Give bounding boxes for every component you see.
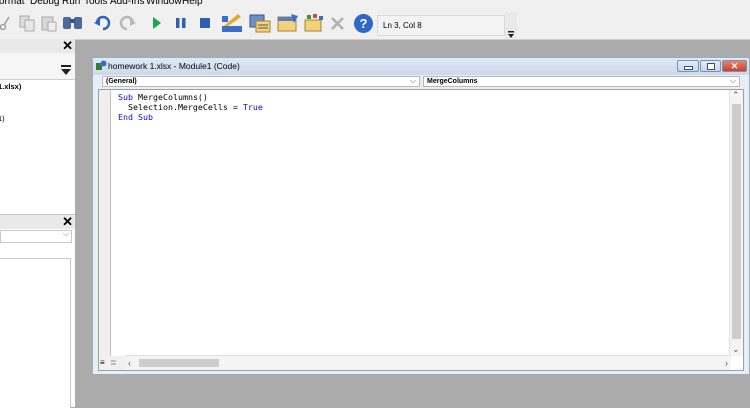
cut-icon[interactable] [0, 11, 12, 35]
minimize-button[interactable] [677, 60, 699, 72]
paste-icon[interactable] [39, 11, 59, 35]
object-combo-value: (General) [106, 78, 137, 85]
standard-toolbar: ? Ln 3, Col 8 [0, 9, 750, 40]
menu-run[interactable]: Run [62, 0, 80, 8]
minimize-icon [683, 65, 693, 70]
close-icon: ✕ [730, 60, 739, 71]
project-explorer-icon[interactable] [248, 11, 272, 35]
undo-icon[interactable] [92, 11, 112, 35]
chevron-right-icon[interactable]: › [725, 358, 728, 368]
project-tree-item[interactable]: 1.xlsx) [0, 82, 21, 91]
vertical-scrollbar[interactable]: ⌃ ⌄ [729, 90, 743, 356]
chevron-up-icon[interactable]: ⌃ [732, 90, 740, 100]
horizontal-scroll-thumb[interactable] [139, 359, 219, 367]
properties-grid[interactable] [0, 258, 71, 408]
object-combo[interactable]: (General) ⌵ [102, 76, 420, 87]
project-explorer-toolbar [0, 53, 75, 80]
toolbox-icon[interactable] [328, 11, 348, 35]
properties-icon[interactable] [276, 11, 300, 35]
design-mode-icon[interactable] [220, 11, 244, 35]
copy-icon[interactable] [17, 11, 37, 35]
chevron-down-icon: ⌵ [729, 76, 736, 85]
procedure-combo-value: MergeColumns [427, 78, 478, 85]
horizontal-scrollbar[interactable]: ‹ › [125, 355, 731, 370]
margin-indicator-bar[interactable] [99, 90, 111, 356]
code-window: homework 1.xlsx - Module1 (Code) ✕ (Gene… [92, 57, 750, 375]
project-explorer-pane: ✕ 1.xlsx) 1) [0, 39, 75, 214]
code-editor[interactable]: Sub MergeColumns() Selection.MergeCells … [98, 89, 744, 371]
keyword: End Sub [118, 112, 153, 122]
close-icon[interactable]: ✕ [62, 39, 73, 52]
properties-pane: ✕ ⌵ [0, 214, 75, 408]
help-icon[interactable]: ? [352, 11, 374, 35]
procedure-combo[interactable]: MergeColumns ⌵ [423, 76, 740, 87]
toolbar-overflow-button[interactable] [505, 12, 517, 39]
find-icon[interactable] [62, 11, 84, 35]
reset-icon[interactable] [198, 11, 212, 35]
break-icon[interactable] [174, 11, 188, 35]
code-line: Sub MergeColumns() [118, 92, 208, 102]
project-explorer-header: ✕ [0, 39, 75, 54]
code-window-title: homework 1.xlsx - Module1 (Code) [108, 61, 240, 71]
properties-header: ✕ [0, 214, 75, 229]
module-icon [96, 60, 107, 70]
restore-icon [706, 62, 715, 70]
code-window-titlebar[interactable]: homework 1.xlsx - Module1 (Code) ✕ [93, 58, 749, 75]
keyword: Sub [118, 92, 133, 102]
menu-bar: ormat Debug Run Tools Add-Ins Window Hel… [0, 0, 750, 9]
redo-icon[interactable] [118, 11, 138, 35]
cursor-position-display: Ln 3, Col 8 [377, 15, 505, 36]
view-toggle-buttons: ≡ ≣ [99, 356, 125, 370]
chevron-down-icon: ⌵ [62, 229, 69, 238]
run-icon[interactable] [150, 11, 164, 35]
svg-text:?: ? [359, 16, 367, 31]
chevron-down-icon: ⌵ [409, 76, 416, 85]
project-tree-item[interactable]: 1) [0, 114, 5, 123]
properties-object-combo[interactable]: ⌵ [0, 229, 72, 243]
menu-window[interactable]: Window [146, 0, 182, 8]
chevron-down-icon [508, 31, 514, 38]
code-line: Selection.MergeCells = True [118, 102, 263, 112]
menu-add-ins[interactable]: Add-Ins [110, 0, 144, 8]
close-icon[interactable]: ✕ [62, 215, 73, 228]
menu-format[interactable]: ormat [0, 0, 25, 8]
full-module-view-icon[interactable]: ≣ [110, 356, 117, 370]
chevron-down-icon[interactable]: ⌄ [732, 344, 740, 354]
chevron-down-icon[interactable] [61, 65, 71, 75]
restore-button[interactable] [700, 60, 721, 72]
code-line: End Sub [118, 112, 263, 122]
menu-debug[interactable]: Debug [30, 0, 59, 8]
menu-help[interactable]: Help [182, 0, 203, 8]
menu-tools[interactable]: Tools [84, 0, 107, 8]
code-text[interactable]: Sub MergeColumns() Selection.MergeCells … [118, 92, 263, 122]
close-button[interactable]: ✕ [722, 60, 747, 72]
keyword: True [242, 102, 263, 112]
vertical-scroll-thumb[interactable] [732, 104, 741, 339]
procedure-view-icon[interactable]: ≡ [100, 356, 105, 370]
chevron-left-icon[interactable]: ‹ [128, 358, 131, 368]
object-browser-icon[interactable] [302, 11, 326, 35]
